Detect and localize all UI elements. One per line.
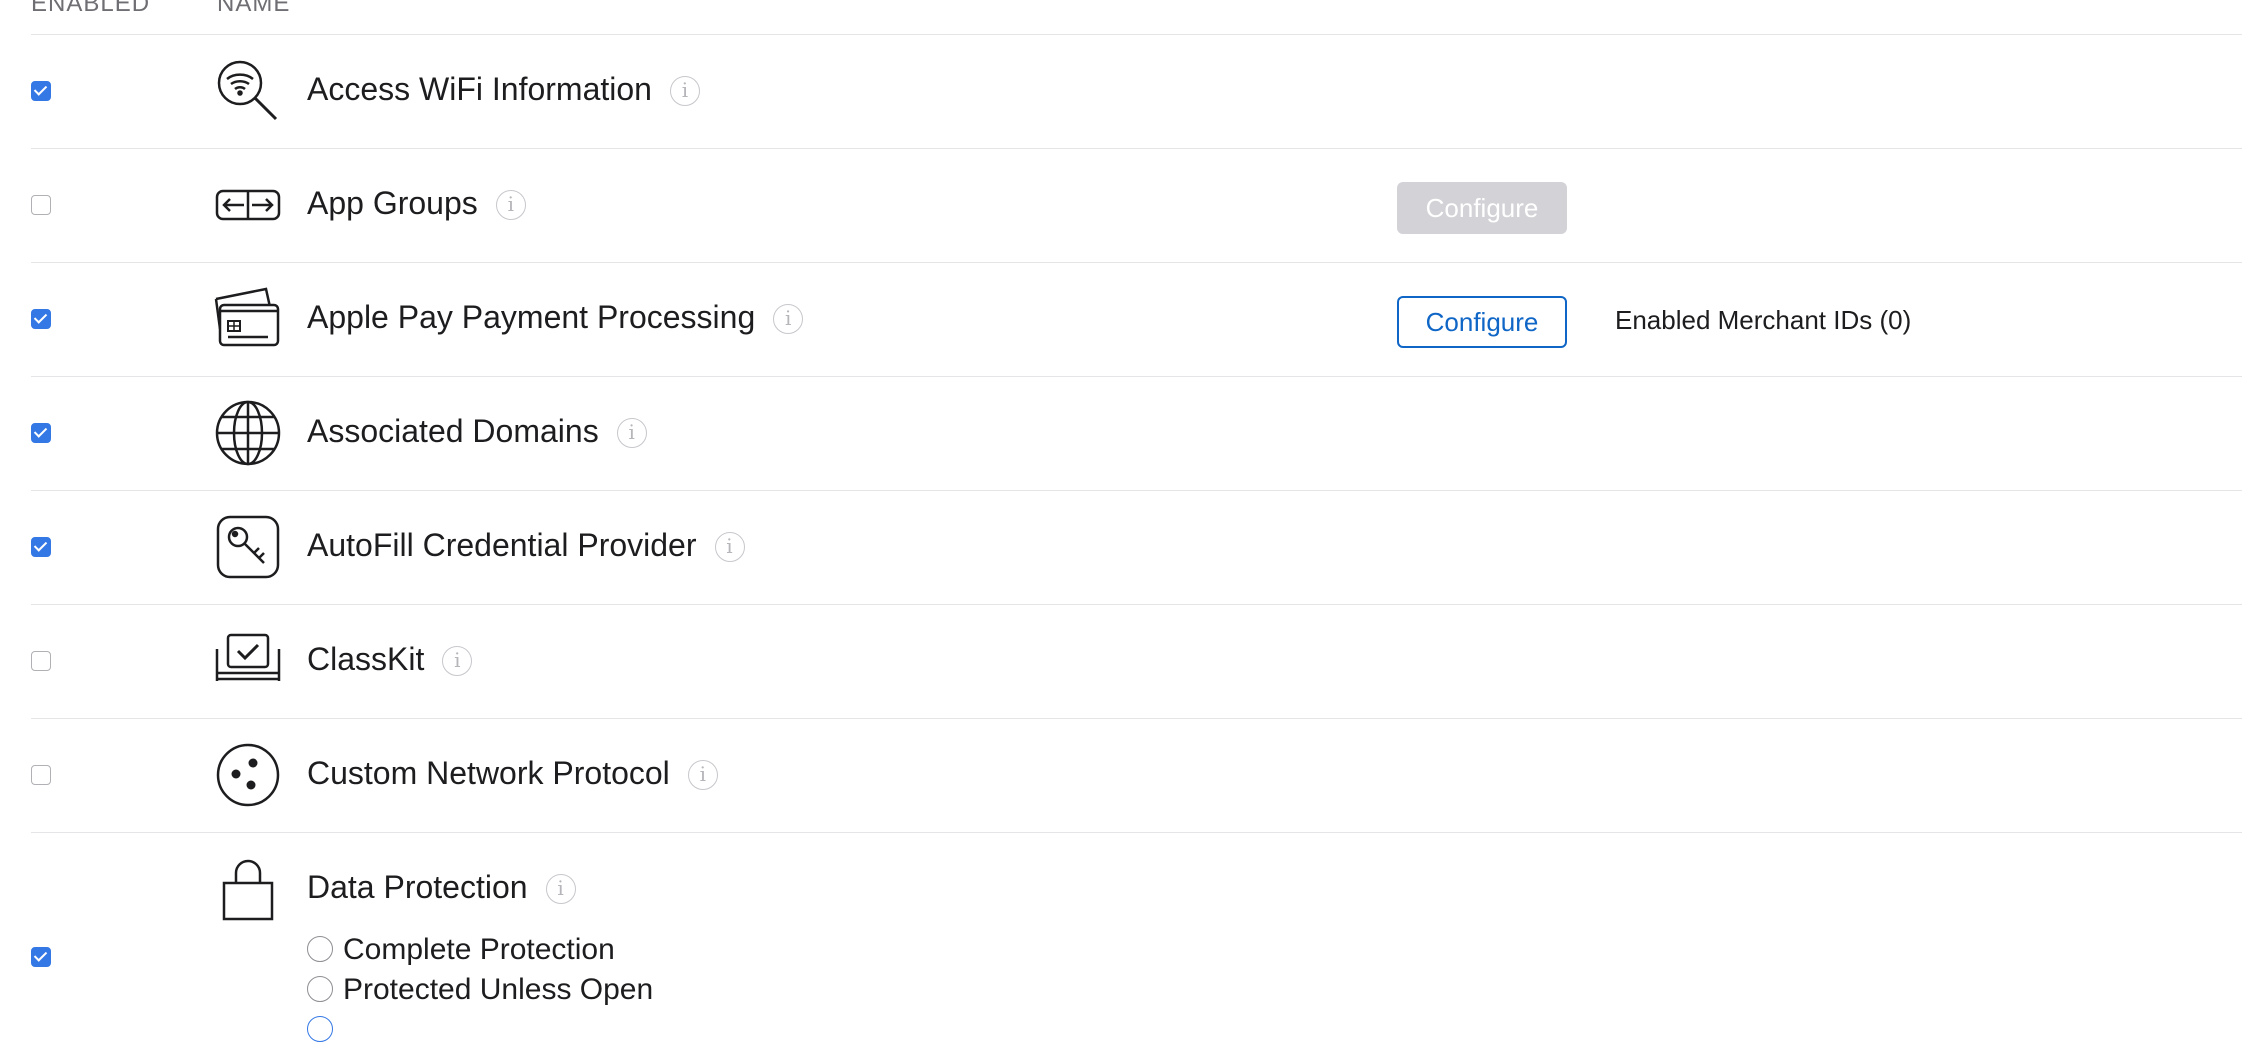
name-column-header: NAME [217,0,291,17]
enable-checkbox[interactable] [31,195,51,215]
info-icon[interactable]: i [773,304,804,334]
credit-cards-icon [214,285,282,353]
capability-row-data-protection: Data Protection i Complete Protection Pro… [31,833,2242,1042]
capability-label: Access WiFi Information [307,71,652,107]
radio-button[interactable] [307,976,333,1002]
enable-checkbox[interactable] [31,765,51,785]
app-groups-icon [214,171,282,239]
capability-name: AutoFill Credential Provider i [307,527,745,564]
radio-option-complete-protection[interactable]: Complete Protection [307,933,615,967]
capability-name: Custom Network Protocol i [307,755,718,792]
capability-row-autofill: AutoFill Credential Provider i [31,491,2242,605]
radio-button[interactable] [307,936,333,962]
capability-label: App Groups [307,185,478,221]
network-protocol-icon [214,741,282,809]
info-icon[interactable]: i [687,760,718,790]
enable-checkbox[interactable] [31,81,51,101]
capability-row-access-wifi: Access WiFi Information i [31,35,2242,149]
enable-checkbox[interactable] [31,423,51,443]
radio-option-partial[interactable] [307,1013,343,1047]
capability-row-classkit: ClassKit i [31,605,2242,719]
classkit-icon [214,627,282,695]
lock-icon [214,855,282,923]
capability-name: ClassKit i [307,641,473,678]
capability-label: Apple Pay Payment Processing [307,299,756,335]
info-icon[interactable]: i [545,874,576,904]
radio-label: Complete Protection [343,933,615,966]
enable-checkbox[interactable] [31,309,51,329]
capability-row-custom-network: Custom Network Protocol i [31,719,2242,833]
info-icon[interactable]: i [495,190,526,220]
capability-label: Associated Domains [307,413,599,449]
capability-label: Data Protection [307,869,528,905]
enable-checkbox[interactable] [31,947,51,967]
info-icon[interactable]: i [616,418,647,448]
capability-name: Data Protection i [307,869,576,906]
table-header: ENABLED NAME [31,0,2242,35]
radio-label: Protected Unless Open [343,973,654,1006]
enable-checkbox[interactable] [31,651,51,671]
info-icon[interactable]: i [442,646,473,676]
capability-label: ClassKit [307,641,425,677]
capability-name: Apple Pay Payment Processing i [307,299,804,336]
merchant-ids-label: Enabled Merchant IDs (0) [1615,305,1912,335]
capability-label: AutoFill Credential Provider [307,527,697,563]
capability-row-apple-pay: Apple Pay Payment Processing i Configure … [31,263,2242,377]
radio-option-protected-unless-open[interactable]: Protected Unless Open [307,973,653,1007]
capability-row-associated-domains: Associated Domains i [31,377,2242,491]
capability-name: Access WiFi Information i [307,71,700,108]
configure-button[interactable]: Configure [1397,296,1567,348]
info-icon[interactable]: i [669,76,700,106]
globe-icon [214,399,282,467]
configure-button[interactable]: Configure [1397,182,1567,234]
capability-name: App Groups i [307,185,526,222]
capability-name: Associated Domains i [307,413,647,450]
wifi-search-icon [214,57,282,125]
key-icon [214,513,282,581]
enable-checkbox[interactable] [31,537,51,557]
capability-row-app-groups: App Groups i Configure [31,149,2242,263]
capability-label: Custom Network Protocol [307,755,670,791]
info-icon[interactable]: i [714,532,745,562]
enabled-column-header: ENABLED [31,0,151,17]
